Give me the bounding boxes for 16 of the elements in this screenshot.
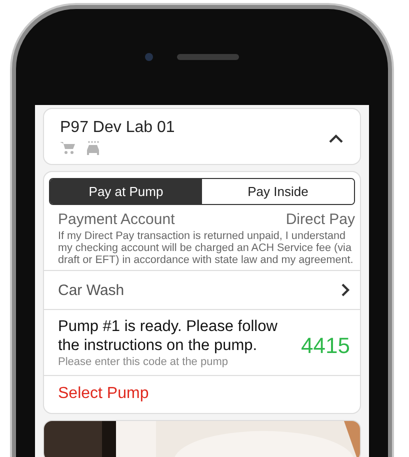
select-pump-link[interactable]: Select Pump [44,376,163,413]
chevron-right-icon [341,283,350,297]
speaker-grille [177,54,239,60]
disclaimer-text: If my Direct Pay transaction is returned unpaid, I understand my checking account will be charged an ACH Service fee (via draft or EFT) in accordance with state law and my agreement. [58,230,354,266]
pump-status-message: Pump #1 is ready. Please follow the instructions on the pump. [58,317,278,355]
payment-tab[interactable]: Pay at Pump [50,179,202,204]
station-name: P97 Dev Lab 01 [60,119,175,137]
car-wash-row[interactable]: Car Wash [44,271,360,310]
payment-account-label: Payment Account [58,211,175,228]
camera-icon [145,53,153,61]
car-wash-icon [86,141,100,156]
pump-code: 4415 [301,332,350,358]
pump-code-hint: Please enter this code at the pump [58,356,229,368]
payment-account-value: Direct Pay [286,211,355,228]
chevron-up-icon [328,132,344,142]
cart-icon [60,141,76,155]
